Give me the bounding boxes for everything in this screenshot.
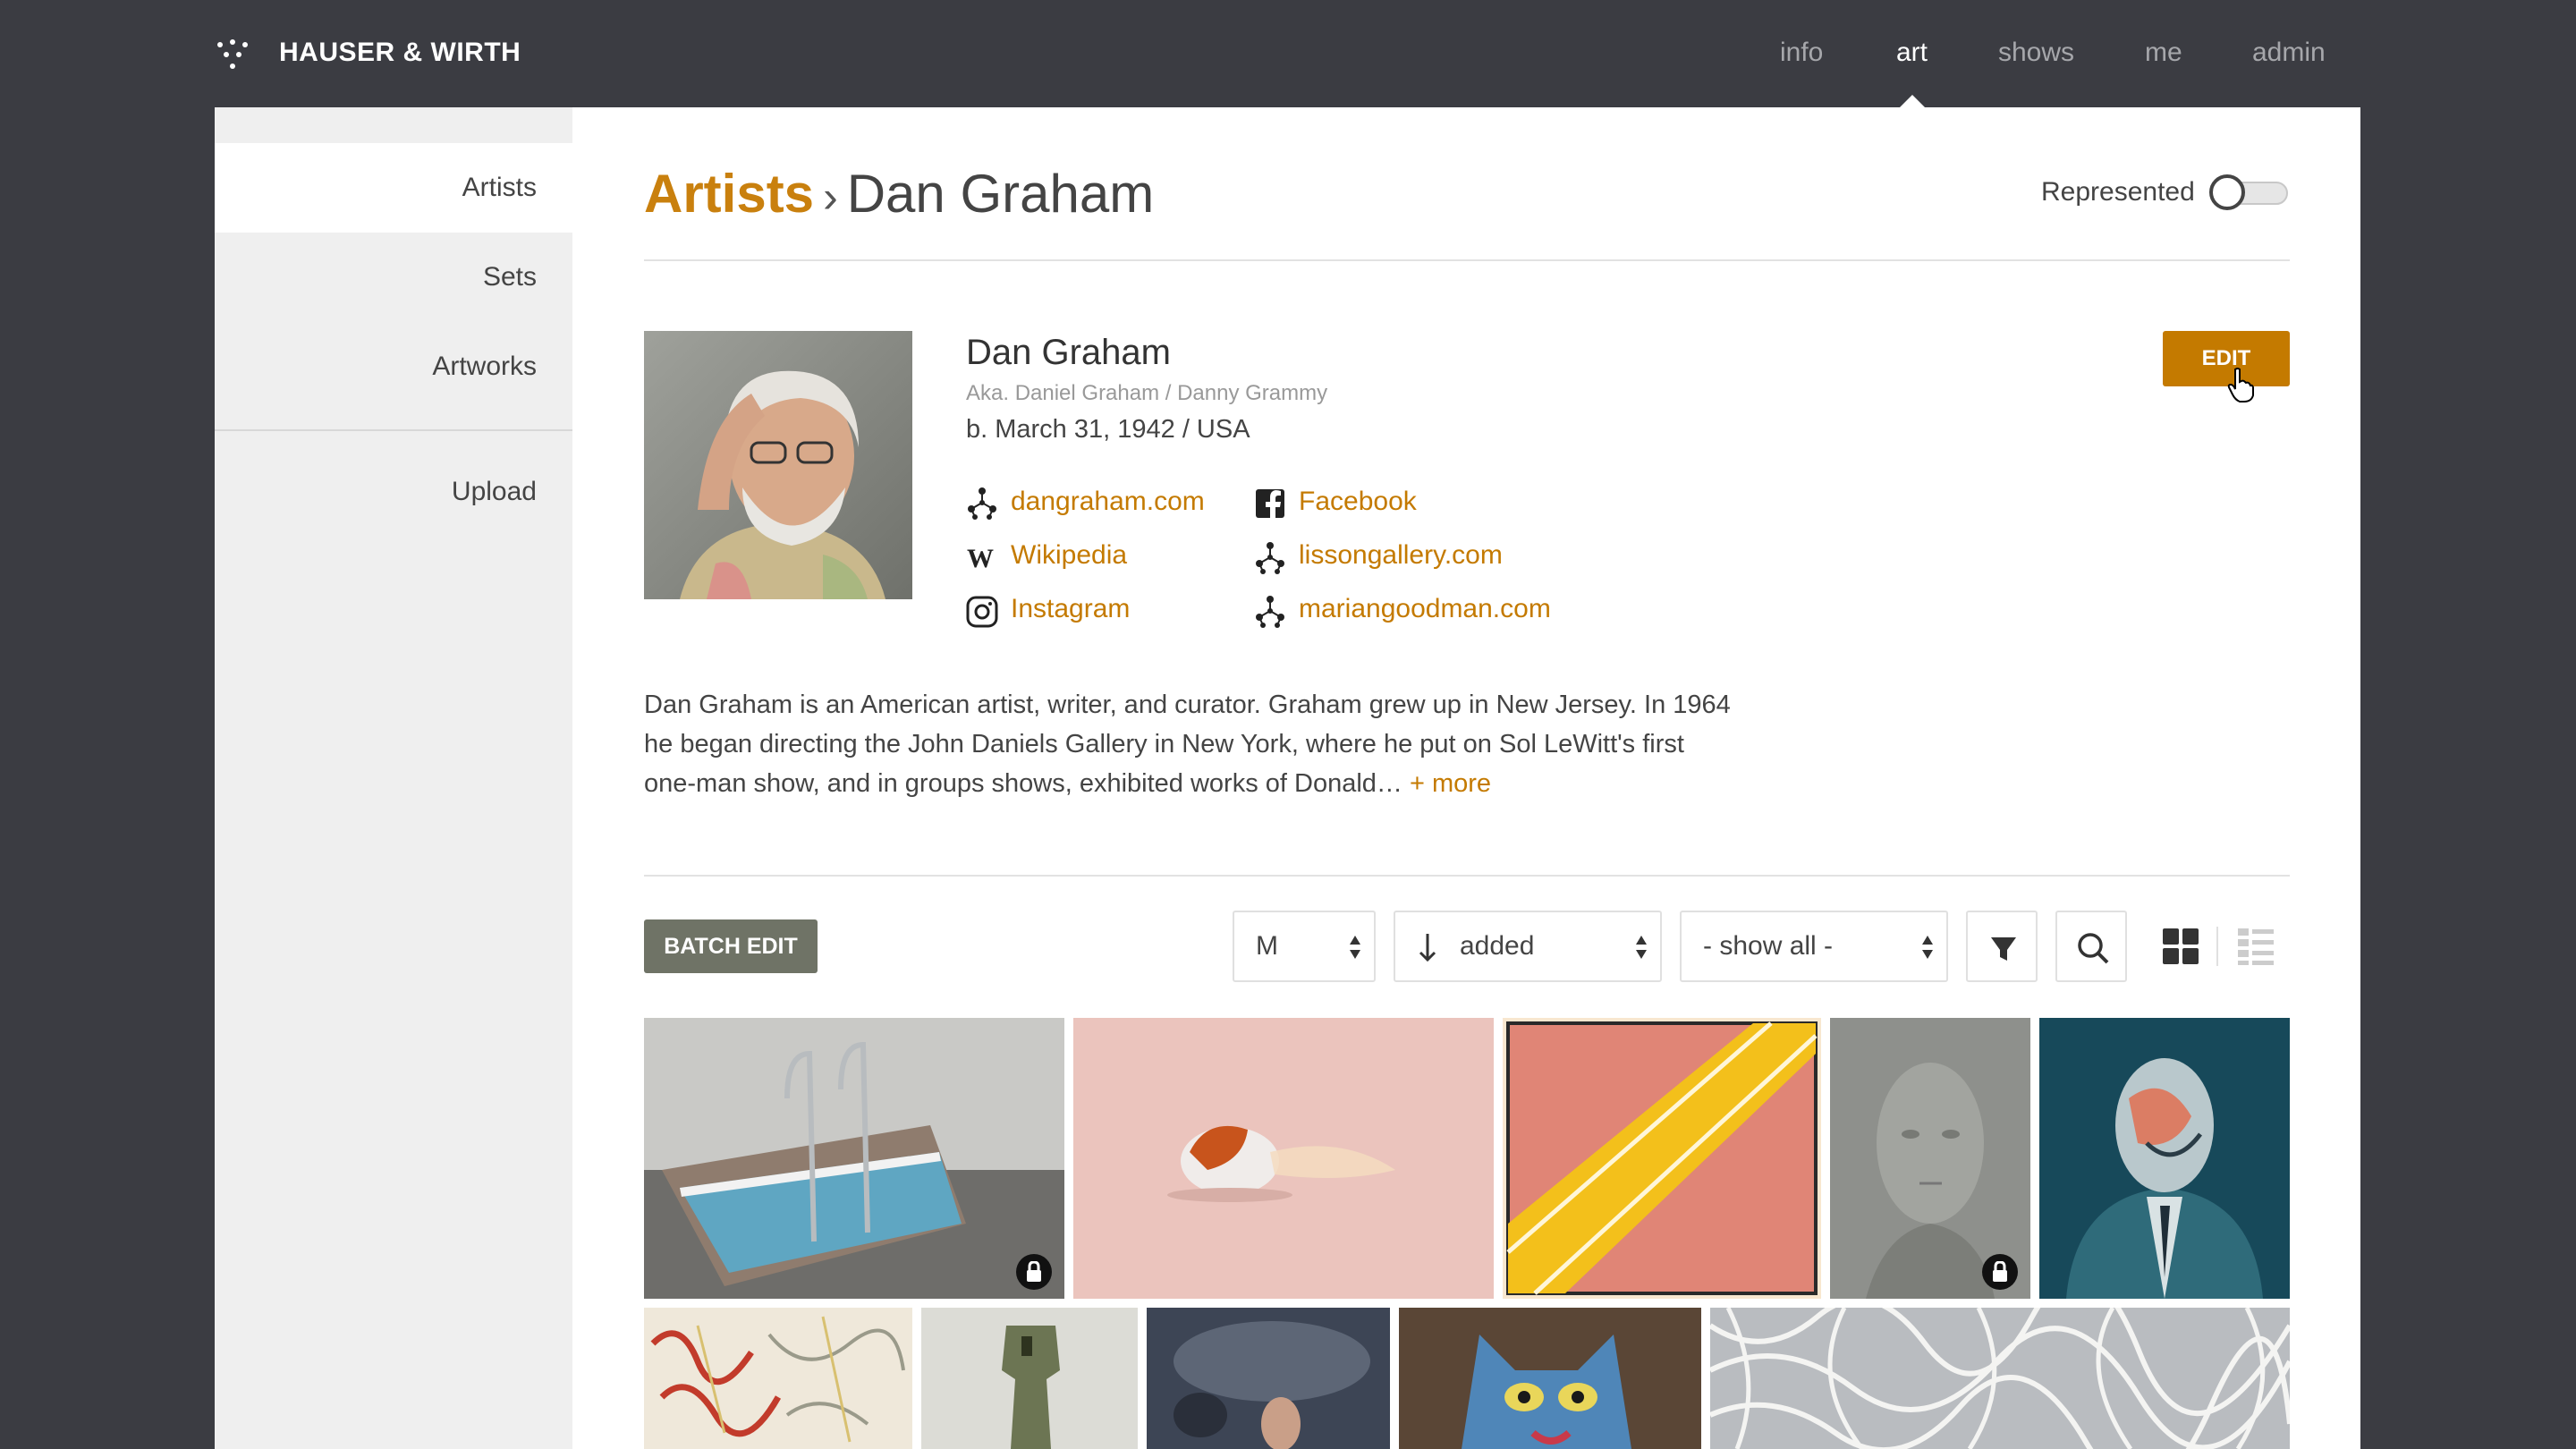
artwork-thumb-goldfish[interactable]	[1073, 1018, 1494, 1299]
select-arrows-icon	[1350, 936, 1360, 959]
search-button[interactable]	[2055, 911, 2127, 982]
header-divider	[644, 259, 2290, 261]
size-select-value: M	[1256, 931, 1278, 961]
artwork-thumb-bronze-sculpture[interactable]	[921, 1308, 1138, 1449]
represented-toggle[interactable]	[2209, 174, 2290, 210]
artwork-thumb-pool-sculpture[interactable]	[644, 1018, 1064, 1299]
artwork-thumb-dark-mythological-painting[interactable]	[1147, 1308, 1390, 1449]
nav-me[interactable]: me	[2145, 38, 2182, 68]
breadcrumb-separator: ›	[823, 172, 838, 222]
list-view-icon[interactable]	[2236, 927, 2275, 966]
sidebar-item-artworks[interactable]: Artworks	[215, 322, 572, 411]
page-title: Dan Graham	[846, 164, 1155, 224]
bio-more-link[interactable]: + more	[1410, 769, 1491, 798]
nav-art[interactable]: art	[1896, 38, 1928, 68]
svg-text:W: W	[967, 544, 994, 573]
artist-name: Dan Graham	[966, 333, 1171, 372]
logo-icon[interactable]	[216, 39, 249, 70]
network-icon	[1256, 542, 1284, 574]
active-nav-indicator	[1900, 95, 1925, 107]
section-divider	[644, 875, 2290, 877]
facebook-icon	[1256, 489, 1284, 520]
grid-view-icon[interactable]	[2161, 927, 2200, 966]
nav-info[interactable]: info	[1780, 38, 1823, 68]
network-icon	[968, 487, 996, 520]
instagram-icon	[966, 596, 998, 628]
sort-select[interactable]: added	[1394, 911, 1662, 982]
sort-select-value: added	[1460, 931, 1535, 961]
artwork-thumb-yellow-stripe-painting[interactable]	[1503, 1018, 1821, 1299]
sidebar-item-upload[interactable]: Upload	[215, 447, 572, 537]
artist-portrait	[644, 331, 912, 599]
link-lissongallery[interactable]: lissongallery.com	[1299, 540, 1503, 571]
link-facebook[interactable]: Facebook	[1299, 487, 1417, 517]
batch-edit-button[interactable]: BATCH EDIT	[644, 919, 818, 973]
breadcrumb-artists-link[interactable]: Artists	[644, 164, 814, 224]
main-panel: Artists › Dan Graham Represented Dan Graha…	[572, 107, 2360, 1449]
edit-button[interactable]: EDIT	[2163, 331, 2290, 386]
sidebar-divider	[215, 429, 572, 431]
hand-cursor-icon	[2227, 368, 2254, 402]
filter-button[interactable]	[1966, 911, 2038, 982]
select-arrows-icon	[1636, 936, 1647, 959]
artwork-thumb-ghost-face[interactable]	[1830, 1018, 2030, 1299]
artist-born: b. March 31, 1942 / USA	[966, 415, 1250, 444]
link-wikipedia[interactable]: Wikipedia	[1011, 540, 1127, 571]
sidebar: Artists Sets Artworks Upload	[215, 107, 572, 1449]
arrow-down-icon	[1419, 934, 1436, 962]
show-filter-select[interactable]: - show all -	[1680, 911, 1948, 982]
breadcrumb: Artists › Dan Graham	[644, 163, 1154, 225]
artwork-thumb-suited-figure[interactable]	[2039, 1018, 2290, 1299]
view-divider	[2216, 927, 2218, 966]
artwork-thumb-abstract-scribble[interactable]	[644, 1308, 912, 1449]
select-arrows-icon	[1922, 936, 1933, 959]
sidebar-item-sets[interactable]: Sets	[215, 233, 572, 322]
artwork-thumb-white-line-tangle[interactable]	[1710, 1308, 2290, 1449]
network-icon	[1256, 596, 1284, 628]
size-select[interactable]: M	[1233, 911, 1376, 982]
link-mariangoodman[interactable]: mariangoodman.com	[1299, 594, 1551, 624]
bio-text: Dan Graham is an American artist, writer…	[644, 691, 1731, 798]
represented-label: Represented	[2041, 177, 2195, 207]
sidebar-item-artists[interactable]: Artists	[215, 143, 572, 233]
nav-admin[interactable]: admin	[2252, 38, 2326, 68]
artist-aka: Aka. Daniel Graham / Danny Grammy	[966, 381, 1328, 405]
search-icon	[2078, 933, 2109, 964]
brand-name[interactable]: HAUSER & WIRTH	[279, 38, 521, 68]
artwork-thumb-blue-cat-painting[interactable]	[1399, 1308, 1701, 1449]
top-bar: HAUSER & WIRTH info art shows me admin	[0, 0, 2576, 107]
toggle-knob	[2209, 174, 2245, 210]
wikipedia-icon: W	[967, 544, 994, 573]
nav-shows[interactable]: shows	[1998, 38, 2074, 68]
lock-icon	[1982, 1254, 2018, 1290]
link-dangraham[interactable]: dangraham.com	[1011, 487, 1205, 517]
artist-bio: Dan Graham is an American artist, writer…	[644, 685, 1735, 803]
link-instagram[interactable]: Instagram	[1011, 594, 1130, 624]
lock-icon	[1016, 1254, 1052, 1290]
show-filter-value: - show all -	[1703, 931, 1834, 961]
funnel-icon	[1991, 937, 2016, 961]
